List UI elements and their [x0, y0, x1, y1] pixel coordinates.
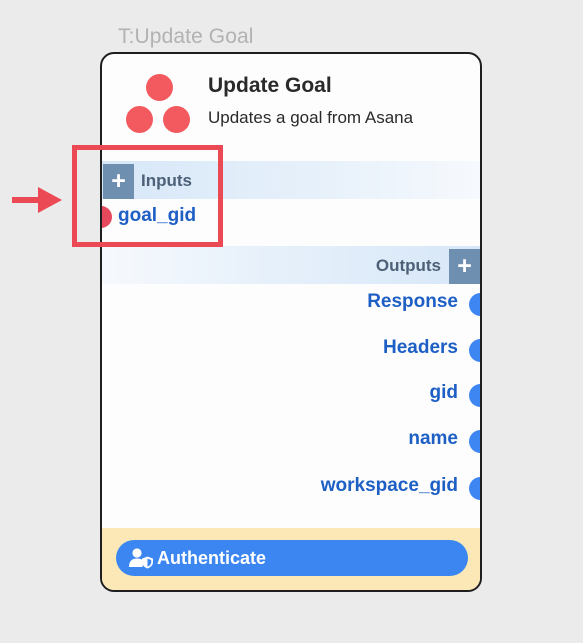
authenticate-button[interactable]: Authenticate — [116, 540, 468, 576]
node-subtitle: Updates a goal from Asana — [208, 108, 414, 127]
node-title: Update Goal — [208, 74, 332, 97]
add-output-button[interactable]: + — [449, 249, 480, 284]
outputs-section-header: Outputs + — [102, 246, 480, 284]
right-arrow-icon — [12, 187, 62, 213]
output-connector-dot[interactable] — [469, 477, 480, 500]
authenticate-label: Authenticate — [157, 548, 267, 568]
output-port-label: gid — [429, 382, 459, 403]
output-port-workspace-gid[interactable]: workspace_gid — [102, 475, 480, 500]
inputs-section-label: Inputs — [141, 171, 192, 190]
output-port-response[interactable]: Response — [102, 291, 480, 316]
input-port-label: goal_gid — [118, 205, 197, 226]
input-connector-dot[interactable] — [102, 206, 112, 228]
add-input-button[interactable]: + — [103, 164, 134, 199]
output-connector-dot[interactable] — [469, 293, 480, 316]
output-port-label: name — [408, 428, 458, 449]
output-connector-dot[interactable] — [469, 339, 480, 362]
output-connector-dot[interactable] — [469, 384, 480, 407]
output-port-label: Headers — [383, 337, 458, 358]
update-goal-node[interactable]: Update Goal Updates a goal from Asana + … — [100, 52, 482, 592]
output-port-headers[interactable]: Headers — [102, 337, 480, 362]
output-port-name[interactable]: name — [102, 428, 480, 453]
user-shield-icon — [129, 548, 153, 569]
output-connector-dot[interactable] — [469, 430, 480, 453]
output-port-label: workspace_gid — [320, 475, 458, 496]
node-caption: T:Update Goal — [118, 25, 254, 48]
output-port-label: Response — [367, 291, 458, 312]
outputs-section-label: Outputs — [375, 256, 441, 275]
output-port-gid[interactable]: gid — [102, 382, 480, 407]
asana-logo-icon — [126, 74, 194, 136]
auth-footer: Authenticate — [102, 528, 480, 590]
inputs-section-header: + Inputs — [102, 161, 480, 199]
